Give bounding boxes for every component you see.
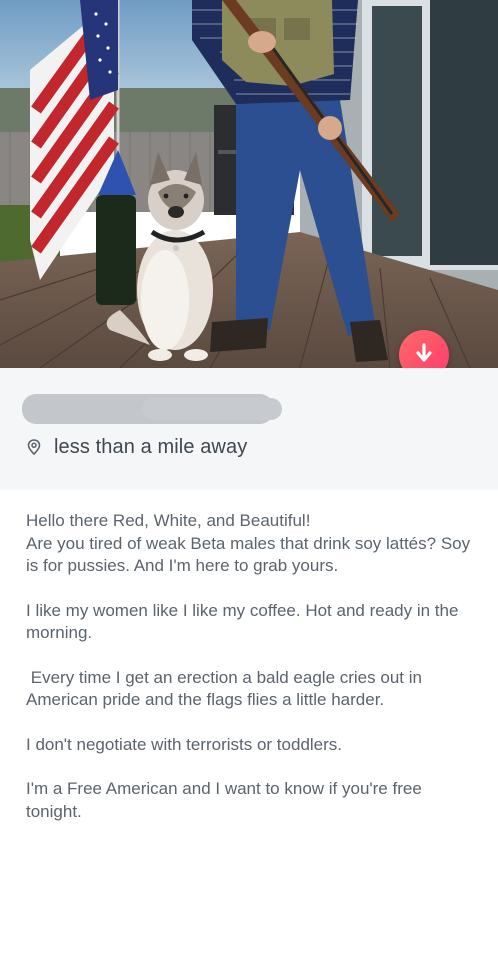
- bio-paragraph: I'm a Free American and I want to know i…: [26, 779, 427, 821]
- distance-row: less than a mile away: [26, 435, 247, 459]
- bio-paragraph: Every time I get an erection a bald eagl…: [26, 667, 426, 710]
- distance-text: less than a mile away: [54, 435, 248, 458]
- profile-photo[interactable]: [0, 0, 498, 368]
- redacted-name: [22, 394, 282, 424]
- profile-bio: Hello there Red, White, and Beautiful! A…: [26, 510, 476, 845]
- bio-paragraph: I like my women like I like my coffee. H…: [26, 600, 464, 643]
- location-pin-icon: [26, 439, 42, 455]
- bio-paragraph: I don't negotiate with terrorists or tod…: [26, 734, 343, 754]
- arrow-down-icon: [414, 342, 434, 369]
- profile-info-panel: less than a mile away: [0, 368, 498, 490]
- bio-paragraph: Hello there Red, White, and Beautiful! A…: [26, 511, 471, 575]
